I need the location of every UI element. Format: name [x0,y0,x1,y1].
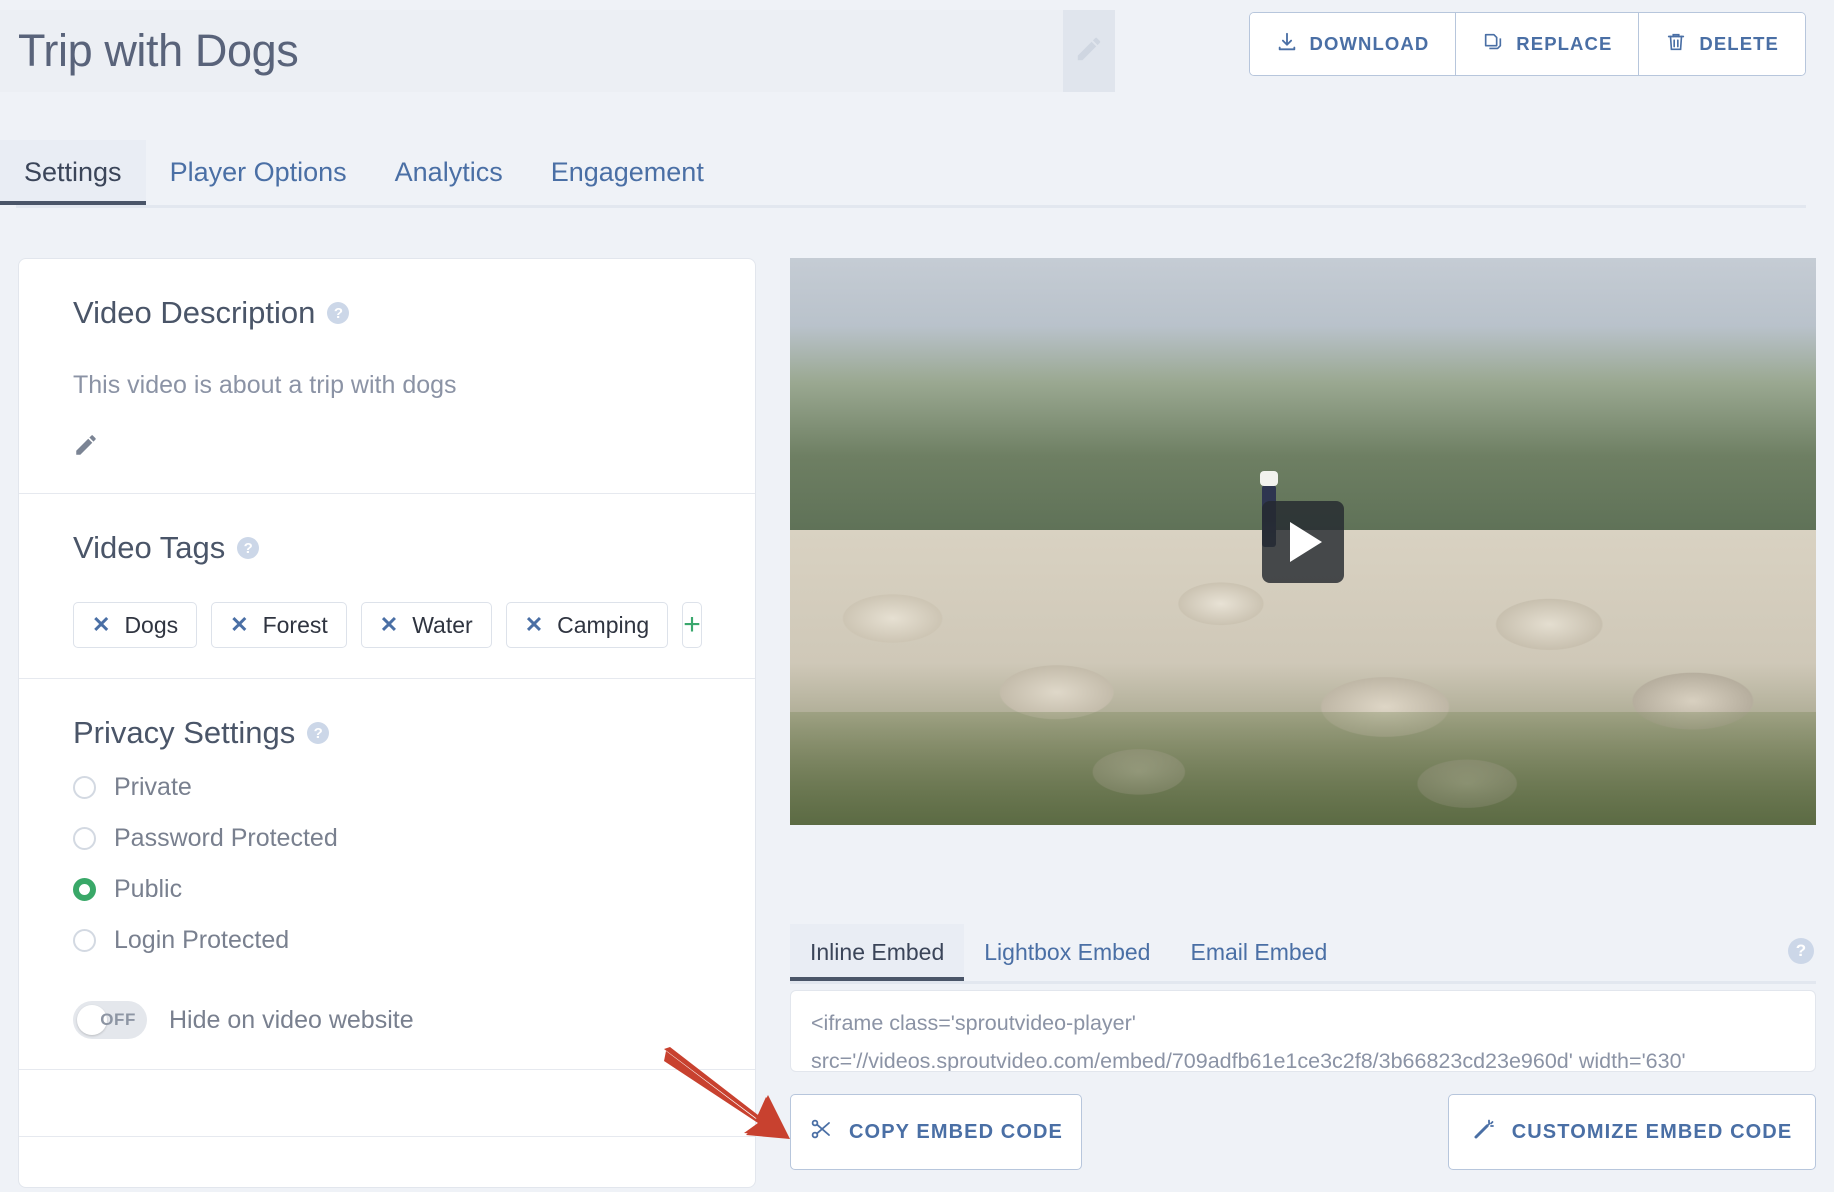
scissors-icon [809,1117,833,1147]
embed-tab-inline-label: Inline Embed [810,939,945,965]
main-tab-bar: Settings Player Options Analytics Engage… [0,140,1806,208]
video-title-field[interactable]: Trip with Dogs [0,10,1115,92]
close-x-icon[interactable]: ✕ [230,614,248,636]
radio-button-selected[interactable] [73,878,96,901]
tag-chip[interactable]: ✕ Forest [211,602,347,648]
privacy-option-public[interactable]: Public [73,875,701,904]
trash-icon [1665,31,1687,58]
embed-tab-lightbox[interactable]: Lightbox Embed [964,924,1170,981]
embed-tab-lightbox-label: Lightbox Embed [984,939,1151,965]
page-title: Trip with Dogs [18,25,299,76]
add-tag-button[interactable]: + [682,602,702,648]
tag-chip[interactable]: ✕ Camping [505,602,669,648]
tab-analytics[interactable]: Analytics [371,140,527,205]
hide-on-website-toggle[interactable]: OFF [73,1001,147,1039]
download-button[interactable]: DOWNLOAD [1249,13,1457,75]
question-mark-icon[interactable]: ? [237,537,260,559]
video-tags-section: Video Tags ? ✕ Dogs ✕ Forest ✕ Water ✕ C… [19,494,755,679]
video-description-section: Video Description ? This video is about … [19,259,755,494]
tab-player-options-label: Player Options [169,157,347,187]
copy-embed-code-label: COPY EMBED CODE [849,1120,1063,1143]
video-tags-heading: Video Tags ? [73,530,701,566]
edit-title-button[interactable] [1063,10,1115,92]
tag-label: Water [412,611,473,638]
copy-embed-code-button[interactable]: COPY EMBED CODE [790,1094,1082,1170]
hide-on-website-label: Hide on video website [169,1005,414,1034]
play-triangle-icon [1290,521,1322,562]
embed-tab-email[interactable]: Email Embed [1170,924,1347,981]
tab-engagement[interactable]: Engagement [527,140,728,205]
edit-description-button[interactable] [73,432,701,463]
customize-embed-code-label: CUSTOMIZE EMBED CODE [1511,1120,1793,1143]
tab-settings[interactable]: Settings [0,140,146,205]
close-x-icon[interactable]: ✕ [380,614,398,636]
replace-pages-icon [1482,31,1504,58]
privacy-option-label: Password Protected [114,824,338,852]
privacy-option-label: Public [114,875,183,903]
privacy-settings-title: Privacy Settings [73,715,296,750]
tag-label: Camping [557,611,650,638]
question-mark-icon[interactable]: ? [327,302,350,324]
close-x-icon[interactable]: ✕ [92,614,110,636]
magic-wand-icon [1472,1117,1496,1147]
close-x-icon[interactable]: ✕ [525,614,543,636]
replace-button-label: REPLACE [1516,33,1613,54]
play-button[interactable] [1262,500,1344,583]
video-thumbnail[interactable] [790,258,1816,825]
hide-on-website-row: OFF Hide on video website [73,1001,701,1039]
privacy-settings-section: Privacy Settings ? Private Password Prot… [19,679,755,1070]
tab-engagement-label: Engagement [550,157,704,187]
embed-tab-email-label: Email Embed [1190,939,1328,965]
video-description-heading: Video Description ? [73,295,701,331]
tag-label: Dogs [124,611,179,638]
video-tags-title: Video Tags [73,530,226,565]
tab-analytics-label: Analytics [394,157,503,187]
tab-settings-label: Settings [24,157,122,187]
page-header: Trip with Dogs DOWNLOAD REPLACE DELETE [0,0,1834,100]
privacy-option-label: Private [114,773,192,801]
video-description-value: This video is about a trip with dogs [73,371,457,399]
download-button-label: DOWNLOAD [1309,33,1430,54]
embed-tab-bar: Inline Embed Lightbox Embed Email Embed … [790,924,1816,984]
tab-bar-divider [16,205,1806,208]
privacy-option-label: Login Protected [114,926,290,954]
tag-label: Forest [262,611,328,638]
video-scene-water [790,711,1816,825]
customize-embed-code-button[interactable]: CUSTOMIZE EMBED CODE [1448,1094,1816,1170]
radio-button[interactable] [73,776,96,799]
pencil-icon [73,435,99,462]
radio-button[interactable] [73,827,96,850]
tag-chip[interactable]: ✕ Water [360,602,492,648]
privacy-option-password-protected[interactable]: Password Protected [73,824,701,853]
question-mark-icon[interactable]: ? [1788,938,1814,964]
privacy-settings-heading: Privacy Settings ? [73,715,701,751]
embed-tab-inline[interactable]: Inline Embed [790,924,965,981]
header-actions: DOWNLOAD REPLACE DELETE [1248,12,1806,76]
tab-player-options[interactable]: Player Options [146,140,371,205]
privacy-option-login-protected[interactable]: Login Protected [73,926,701,955]
embed-code-field[interactable]: <iframe class='sproutvideo-player' src='… [790,990,1816,1072]
tag-chip[interactable]: ✕ Dogs [73,602,198,648]
delete-button[interactable]: DELETE [1639,13,1805,75]
radio-button[interactable] [73,929,96,952]
delete-button-label: DELETE [1699,33,1779,54]
question-mark-icon[interactable]: ? [307,722,330,744]
video-description-title: Video Description [73,295,316,330]
privacy-option-private[interactable]: Private [73,773,701,802]
pencil-icon [1074,34,1104,69]
settings-panel: Video Description ? This video is about … [18,258,756,1188]
video-tags-list: ✕ Dogs ✕ Forest ✕ Water ✕ Camping + [73,602,702,648]
replace-button[interactable]: REPLACE [1456,13,1640,75]
embed-tab-divider [790,981,1816,984]
next-settings-section [19,1070,755,1137]
toggle-state-label: OFF [100,1010,136,1029]
download-icon [1276,31,1298,58]
